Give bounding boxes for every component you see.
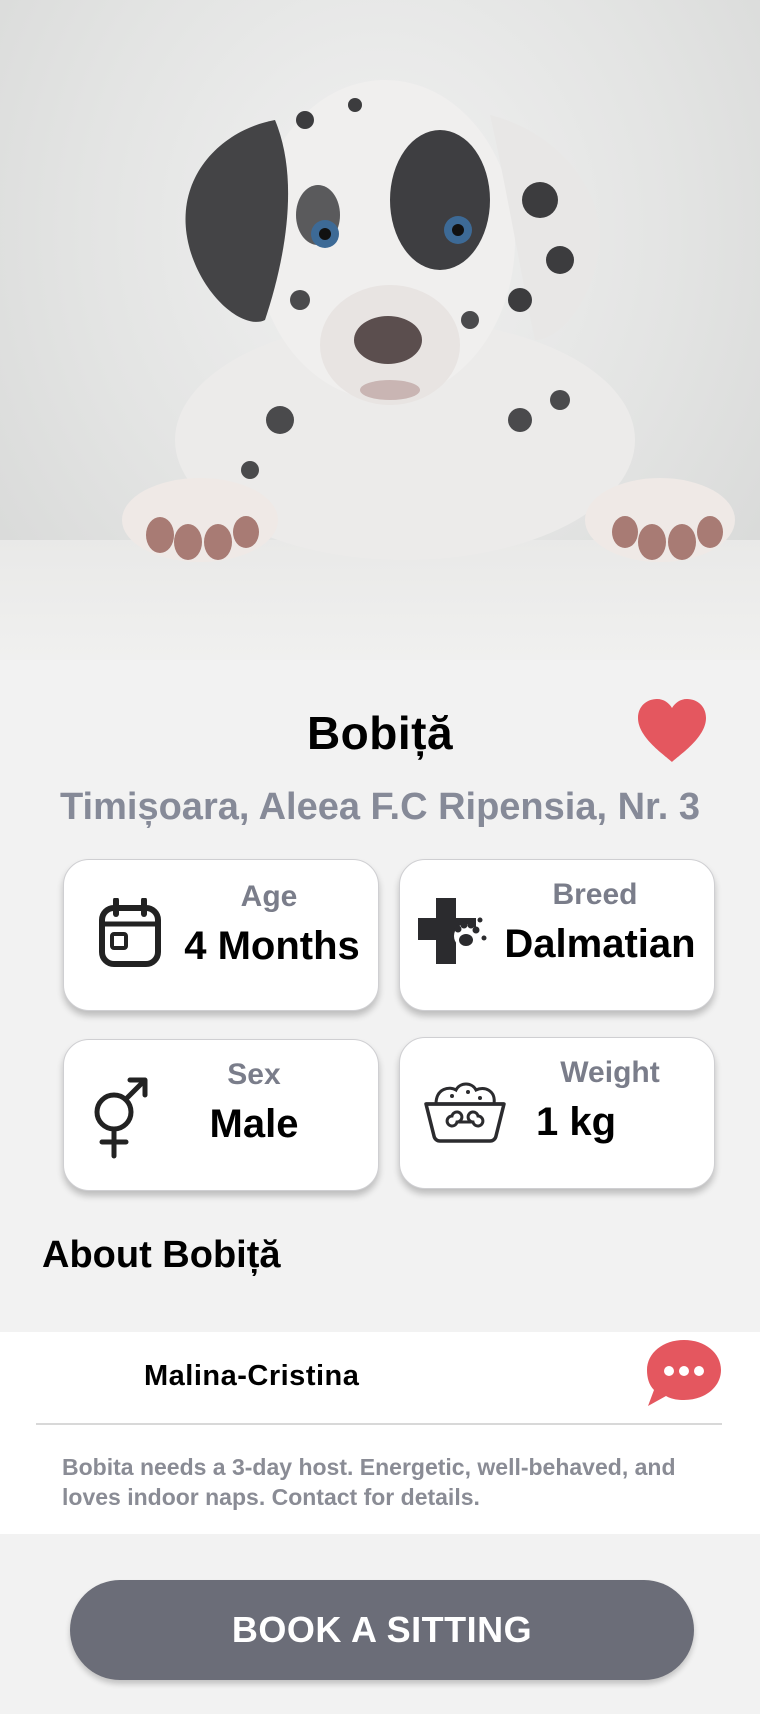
chat-bubble-icon[interactable] [644, 1336, 724, 1410]
pet-photo [0, 0, 760, 660]
sex-value: Male [209, 1102, 299, 1146]
gender-icon [90, 1076, 150, 1165]
breed-card: Breed Dalmatian [399, 859, 715, 1011]
breed-label: Breed [552, 878, 638, 911]
about-panel: Malina-Cristina Bobita needs a 3-day hos… [0, 1332, 760, 1534]
age-value: 4 Months [184, 924, 360, 968]
about-description: Bobita needs a 3-day host. Energetic, we… [62, 1454, 676, 1510]
owner-name: Malina-Cristina [144, 1360, 360, 1392]
pet-address: Timișoara, Aleea F.C Ripensia, Nr. 3 [60, 786, 700, 828]
bone-paw-icon [414, 894, 488, 973]
weight-card: Weight 1 kg [399, 1037, 715, 1189]
favorite-heart-icon[interactable] [636, 698, 708, 764]
sex-label: Sex [227, 1058, 281, 1091]
dalmatian-puppy-illustration [122, 80, 735, 562]
about-title: About Bobiță [42, 1234, 281, 1276]
food-bowl-icon [422, 1080, 508, 1149]
weight-label: Weight [560, 1056, 660, 1089]
divider [36, 1423, 722, 1425]
book-sitting-button[interactable]: BOOK A SITTING [70, 1580, 694, 1680]
weight-value: 1 kg [535, 1100, 617, 1144]
age-label: Age [240, 880, 298, 913]
age-card: Age 4 Months [63, 859, 379, 1011]
calendar-icon [98, 897, 162, 973]
breed-value: Dalmatian [504, 922, 696, 966]
sex-card: Sex Male [63, 1039, 379, 1191]
